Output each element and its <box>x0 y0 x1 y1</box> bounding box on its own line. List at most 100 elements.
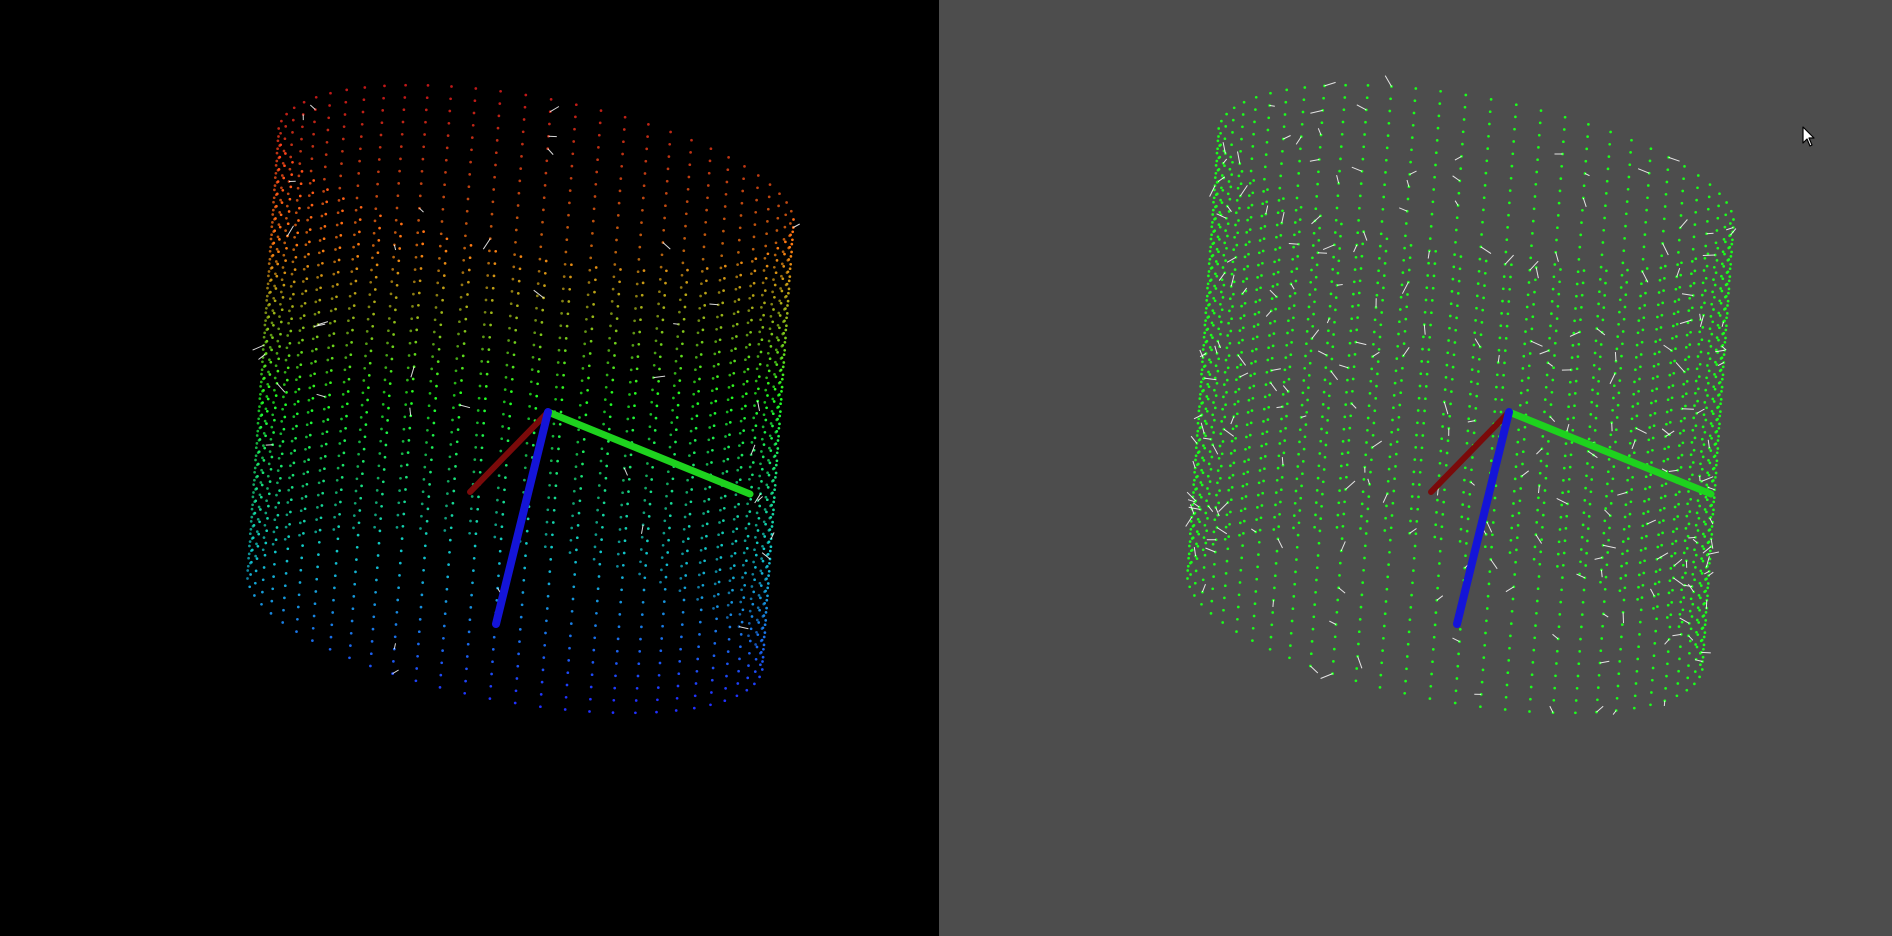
cloud-point <box>555 385 558 389</box>
cloud-point <box>1729 222 1732 225</box>
cloud-point <box>1307 374 1311 377</box>
cloud-point <box>249 520 253 523</box>
cloud-point <box>725 180 729 184</box>
cloud-point <box>731 336 734 340</box>
cloud-point <box>789 222 792 225</box>
cloud-point <box>1216 139 1220 143</box>
cloud-point <box>1501 299 1504 303</box>
cloud-point <box>1586 135 1589 138</box>
cloud-point <box>258 520 261 524</box>
cloud-point <box>1687 309 1691 312</box>
cloud-point <box>1277 258 1281 262</box>
cloud-point <box>276 147 279 151</box>
cloud-point <box>767 473 771 477</box>
cloud-point <box>274 538 278 542</box>
cloud-point <box>551 533 554 537</box>
cloud-point <box>339 174 343 178</box>
cloud-point <box>1275 478 1279 482</box>
cloud-point <box>309 421 313 425</box>
cloud-point <box>1252 132 1255 136</box>
cloud-point <box>751 294 755 297</box>
cloud-point <box>495 511 498 514</box>
cloud-point <box>660 637 664 640</box>
cloud-point <box>1663 447 1667 451</box>
cloud-point <box>1202 459 1206 462</box>
cloud-point <box>1643 304 1647 307</box>
left-viewport[interactable] <box>0 0 939 936</box>
cloud-point <box>346 390 350 393</box>
cloud-point <box>722 519 725 522</box>
normal-line <box>1372 351 1380 358</box>
cloud-point <box>1223 164 1226 168</box>
cloud-point <box>1266 418 1270 421</box>
cloud-point <box>597 575 601 578</box>
cloud-point <box>1675 527 1679 531</box>
cloud-point <box>1726 258 1730 262</box>
cloud-point <box>281 296 285 299</box>
cloud-point <box>1244 495 1248 498</box>
cloud-point <box>703 559 706 563</box>
cloud-point <box>272 530 276 534</box>
cloud-point <box>579 487 583 490</box>
cloud-point <box>1710 525 1714 528</box>
cloud-point <box>1513 477 1517 481</box>
cloud-point <box>1619 647 1622 651</box>
cloud-point <box>1236 400 1240 403</box>
cloud-point <box>280 186 283 190</box>
cloud-point <box>361 472 364 476</box>
cloud-point <box>426 416 430 420</box>
cloud-point <box>1714 241 1718 245</box>
cloud-point <box>273 217 276 221</box>
cloud-point <box>1448 314 1452 318</box>
cloud-point <box>342 125 346 129</box>
cloud-point <box>700 270 704 273</box>
cloud-point <box>465 209 469 213</box>
cloud-point <box>1510 164 1514 168</box>
cloud-point <box>1292 526 1295 530</box>
cloud-point <box>1251 145 1255 148</box>
normal-line <box>1454 200 1459 206</box>
cloud-point <box>1214 164 1218 167</box>
right-viewport[interactable] <box>939 0 1892 936</box>
left-point-cloud-canvas[interactable] <box>0 0 939 936</box>
cloud-point <box>766 351 770 355</box>
cloud-point <box>514 689 518 693</box>
cloud-point <box>265 299 269 302</box>
cloud-point <box>1240 304 1243 308</box>
cloud-point <box>777 394 780 397</box>
cloud-point <box>1539 550 1543 554</box>
cloud-point <box>329 369 333 372</box>
cloud-point <box>1384 249 1388 253</box>
cloud-point <box>735 694 739 698</box>
cloud-point <box>1704 578 1707 581</box>
cloud-point <box>651 465 654 469</box>
cloud-point <box>258 405 261 408</box>
cloud-point <box>1470 468 1473 472</box>
cloud-point <box>271 542 275 546</box>
cloud-point <box>1692 235 1696 239</box>
cloud-point <box>1536 508 1539 512</box>
cloud-point <box>543 184 547 187</box>
right-point-cloud-canvas[interactable] <box>939 0 1892 936</box>
cloud-point <box>1428 335 1432 339</box>
cloud-point <box>625 514 629 518</box>
cloud-point <box>1488 110 1492 114</box>
cloud-point <box>745 380 749 383</box>
cloud-point <box>1591 388 1594 392</box>
cloud-point <box>1718 299 1722 303</box>
cloud-point <box>335 549 339 553</box>
cloud-point <box>1300 484 1303 488</box>
cloud-point <box>416 654 419 658</box>
cloud-point <box>468 531 471 535</box>
cloud-point <box>1418 384 1422 388</box>
cloud-point <box>1282 125 1286 129</box>
cloud-point <box>276 513 280 517</box>
cloud-point <box>427 404 431 408</box>
cloud-point <box>274 171 278 175</box>
cloud-point <box>562 275 566 278</box>
cloud-point <box>1587 437 1591 441</box>
cloud-point <box>1426 360 1430 364</box>
cloud-point <box>1657 580 1661 584</box>
cloud-point <box>454 369 458 373</box>
cloud-point <box>1301 391 1305 395</box>
